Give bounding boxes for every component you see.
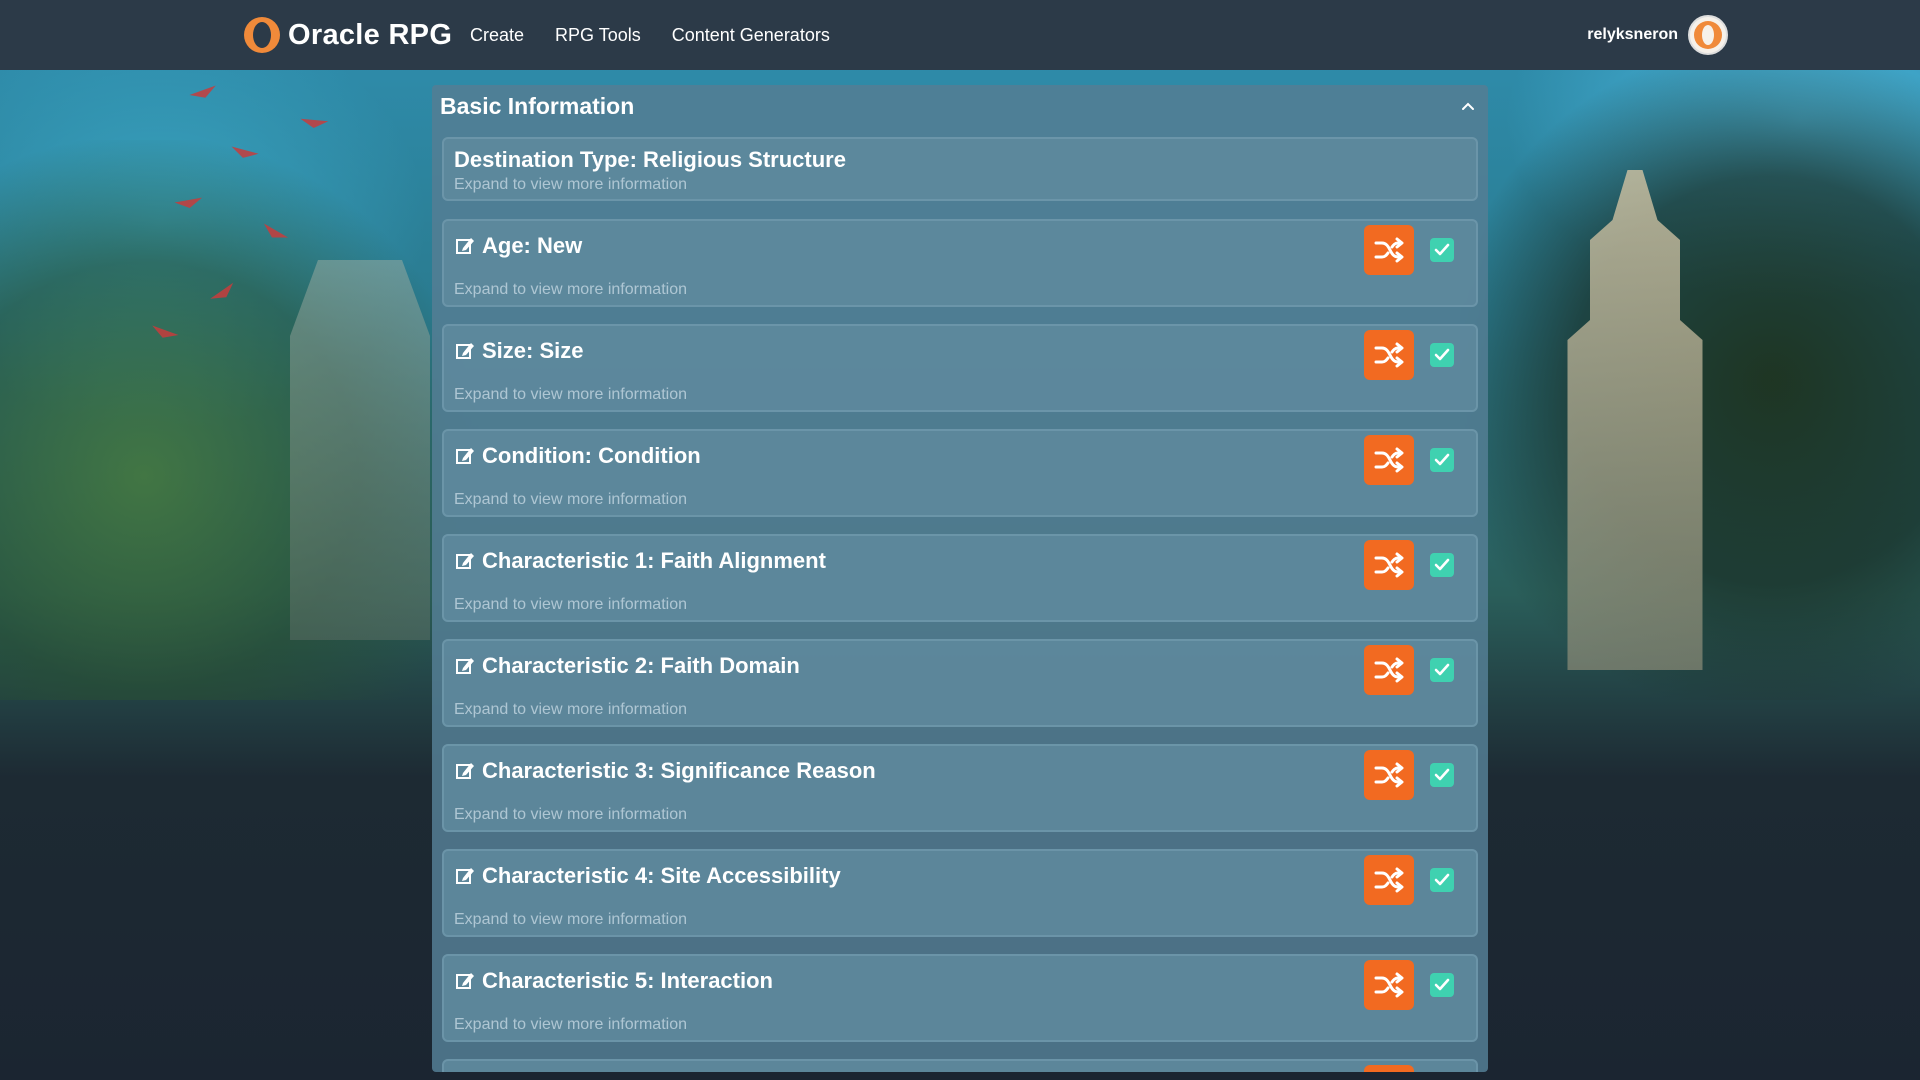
edit-icon[interactable] (454, 235, 476, 257)
card-subtitle: Expand to view more information (454, 806, 687, 823)
randomize-button[interactable] (1364, 1065, 1414, 1072)
main-nav: Create RPG Tools Content Generators (470, 0, 830, 70)
include-checkbox[interactable] (1430, 658, 1454, 682)
card-title-text: Size: Size (482, 338, 584, 363)
check-icon (1434, 348, 1450, 362)
randomize-button[interactable] (1364, 855, 1414, 905)
randomize-button[interactable] (1364, 330, 1414, 380)
card-title: Destination Type: Religious Structure (454, 147, 846, 172)
card-title: Characteristic 3: Significance Reason (454, 758, 876, 784)
card-subtitle: Expand to view more information (454, 596, 687, 613)
card-title-text: Characteristic 1: Faith Alignment (482, 548, 826, 573)
nav-rpg-tools[interactable]: RPG Tools (555, 25, 641, 46)
randomize-button[interactable] (1364, 750, 1414, 800)
shuffle-icon (1374, 867, 1404, 893)
edit-icon[interactable] (454, 970, 476, 992)
basic-information-panel: Basic Information Destination Type: Reli… (432, 85, 1488, 1072)
attribute-card[interactable]: Characteristic 4: Site Accessibility Expa… (442, 849, 1478, 937)
oracle-logo-icon (244, 17, 280, 53)
check-icon (1434, 663, 1450, 677)
include-checkbox[interactable] (1430, 553, 1454, 577)
nav-create[interactable]: Create (470, 25, 524, 46)
edit-icon[interactable] (454, 550, 476, 572)
check-icon (1434, 768, 1450, 782)
avatar-logo-icon (1694, 21, 1722, 49)
include-checkbox[interactable] (1430, 238, 1454, 262)
attribute-card-partial[interactable] (442, 1059, 1478, 1072)
include-checkbox[interactable] (1430, 343, 1454, 367)
randomize-button[interactable] (1364, 435, 1414, 485)
card-subtitle: Expand to view more information (454, 386, 687, 403)
card-title-text: Characteristic 3: Significance Reason (482, 758, 876, 783)
check-icon (1434, 243, 1450, 257)
card-title: Characteristic 2: Faith Domain (454, 653, 800, 679)
chevron-up-icon[interactable] (1458, 96, 1478, 116)
card-title-text: Characteristic 4: Site Accessibility (482, 863, 841, 888)
randomize-button[interactable] (1364, 540, 1414, 590)
edit-icon[interactable] (454, 760, 476, 782)
card-title: Characteristic 1: Faith Alignment (454, 548, 826, 574)
brand-name: Oracle RPG (288, 18, 453, 51)
card-subtitle: Expand to view more information (454, 701, 687, 718)
attribute-card[interactable]: Characteristic 1: Faith Alignment Expand … (442, 534, 1478, 622)
panel-header[interactable]: Basic Information (432, 85, 1488, 127)
card-title-text: Age: New (482, 233, 583, 258)
shuffle-icon (1374, 657, 1404, 683)
card-title: Characteristic 4: Site Accessibility (454, 863, 841, 889)
background-bat (189, 85, 219, 103)
card-title: Size: Size (454, 338, 583, 364)
randomize-button[interactable] (1364, 645, 1414, 695)
background-bat (299, 118, 329, 130)
card-subtitle: Expand to view more information (454, 176, 687, 193)
nav-content-generators[interactable]: Content Generators (672, 25, 830, 46)
background-ruin-left (290, 260, 430, 640)
card-subtitle: Expand to view more information (454, 911, 687, 928)
avatar[interactable] (1688, 15, 1728, 55)
shuffle-icon (1374, 447, 1404, 473)
attribute-card[interactable]: Age: New Expand to view more information (442, 219, 1478, 307)
check-icon (1434, 558, 1450, 572)
shuffle-icon (1374, 237, 1404, 263)
randomize-button[interactable] (1364, 960, 1414, 1010)
brand-logo[interactable]: Oracle RPG (244, 15, 452, 55)
shuffle-icon (1374, 342, 1404, 368)
attribute-card[interactable]: Characteristic 5: Interaction Expand to v… (442, 954, 1478, 1042)
card-title: Condition: Condition (454, 443, 701, 469)
card-title: Age: New (454, 233, 582, 259)
panel-title: Basic Information (440, 92, 635, 119)
shuffle-icon (1374, 972, 1404, 998)
include-checkbox[interactable] (1430, 448, 1454, 472)
card-title-text: Characteristic 2: Faith Domain (482, 653, 800, 678)
card-subtitle: Expand to view more information (454, 491, 687, 508)
check-icon (1434, 873, 1450, 887)
edit-icon[interactable] (454, 445, 476, 467)
edit-icon[interactable] (454, 340, 476, 362)
top-navigation-bar: Oracle RPG Create RPG Tools Content Gene… (0, 0, 1920, 70)
destination-type-card[interactable]: Destination Type: Religious Structure Ex… (442, 137, 1478, 201)
attribute-card[interactable]: Characteristic 2: Faith Domain Expand to … (442, 639, 1478, 727)
card-subtitle: Expand to view more information (454, 281, 687, 298)
card-title: Characteristic 5: Interaction (454, 968, 773, 994)
card-title-text: Characteristic 5: Interaction (482, 968, 773, 993)
shuffle-icon (1374, 762, 1404, 788)
user-menu[interactable]: relyksneron (1587, 14, 1728, 56)
include-checkbox[interactable] (1430, 868, 1454, 892)
randomize-button[interactable] (1364, 225, 1414, 275)
include-checkbox[interactable] (1430, 763, 1454, 787)
username: relyksneron (1587, 26, 1678, 43)
edit-icon[interactable] (454, 655, 476, 677)
edit-icon[interactable] (454, 865, 476, 887)
shuffle-icon (1374, 552, 1404, 578)
card-subtitle: Expand to view more information (454, 1016, 687, 1033)
check-icon (1434, 453, 1450, 467)
card-title-text: Condition: Condition (482, 443, 701, 468)
attribute-card[interactable]: Characteristic 3: Significance Reason Exp… (442, 744, 1478, 832)
check-icon (1434, 978, 1450, 992)
attribute-card[interactable]: Condition: Condition Expand to view more … (442, 429, 1478, 517)
include-checkbox[interactable] (1430, 973, 1454, 997)
attribute-card[interactable]: Size: Size Expand to view more informatio… (442, 324, 1478, 412)
